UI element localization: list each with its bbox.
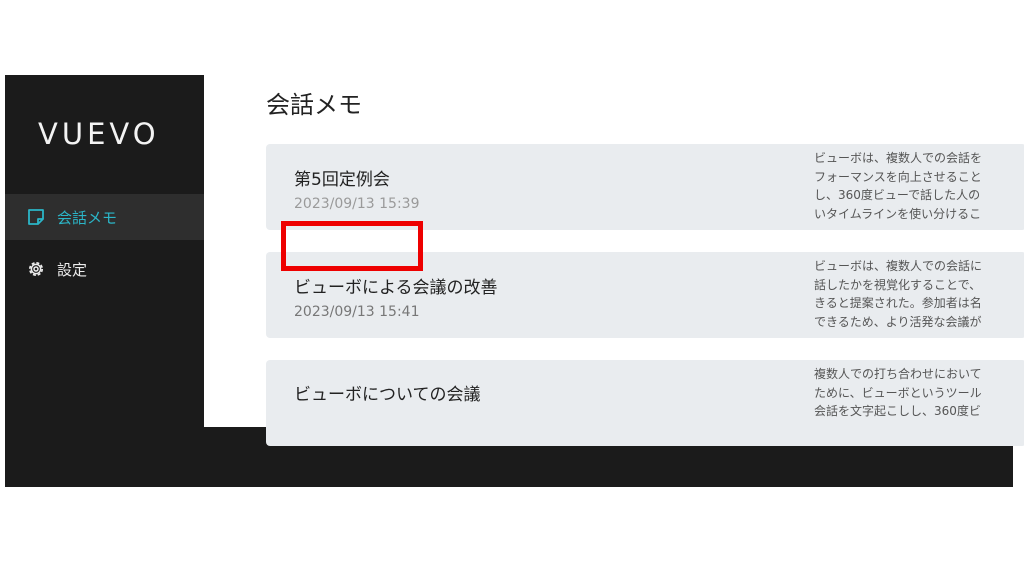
- sidebar-item-settings[interactable]: 設定: [5, 246, 205, 292]
- memo-summary: 複数人での打ち合わせにおいて ために、ビューボというツール 会話を文字起こしし、…: [814, 367, 982, 418]
- memo-date: 2023/09/13 15:41: [294, 304, 420, 320]
- note-icon: [27, 208, 45, 226]
- memo-card[interactable]: ビューボによる会議の改善 2023/09/13 15:41 ビューボは、複数人で…: [266, 252, 1024, 338]
- sidebar-item-conversation-memo[interactable]: 会話メモ: [5, 194, 205, 240]
- memo-date: 2023/09/13 15:39: [294, 196, 420, 212]
- sidebar-item-label: 設定: [57, 260, 88, 279]
- app-logo: VUEVO: [38, 117, 160, 151]
- memo-card[interactable]: 第5回定例会 2023/09/13 15:39 ビューボは、複数人での会話を フ…: [266, 144, 1024, 230]
- memo-summary: ビューボは、複数人での会話に 話したかを視覚化することで、 きると提案された。参…: [814, 259, 983, 329]
- gear-icon: [27, 260, 45, 278]
- memo-title: 第5回定例会: [294, 170, 390, 190]
- memo-summary: ビューボは、複数人での会話を フォーマンスを向上させること し、360度ビューで…: [814, 151, 983, 221]
- page-title: 会話メモ: [266, 91, 362, 119]
- main-panel: 会話メモ 第5回定例会 2023/09/13 15:39 ビューボは、複数人での…: [204, 7, 1024, 446]
- memo-title: ビューボによる会議の改善: [294, 278, 498, 298]
- memo-title: ビューボについての会議: [294, 385, 481, 405]
- memo-card[interactable]: ビューボについての会議 複数人での打ち合わせにおいて ために、ビューボというツー…: [266, 360, 1024, 446]
- sidebar-item-label: 会話メモ: [57, 208, 118, 227]
- sidebar: VUEVO 会話メモ 設定: [5, 75, 209, 487]
